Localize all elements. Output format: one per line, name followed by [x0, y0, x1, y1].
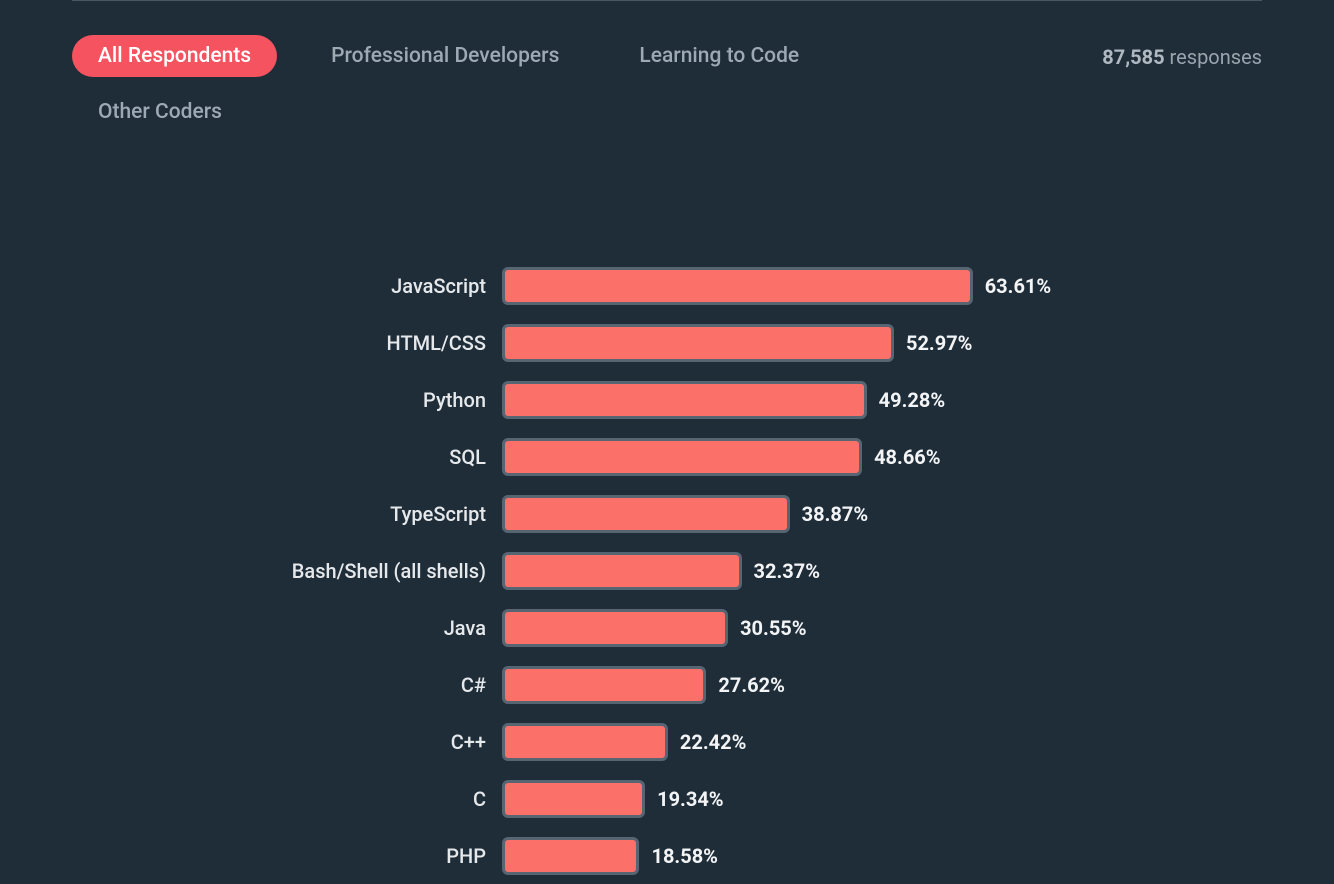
tab-professional-developers[interactable]: Professional Developers: [305, 35, 585, 77]
chart-bar-track: [502, 609, 728, 647]
chart-bar-track: [502, 381, 867, 419]
chart-value-label: 27.62%: [718, 673, 784, 697]
chart-category-label: C: [72, 787, 502, 811]
chart-bar[interactable]: [502, 438, 862, 476]
chart-category-label: JavaScript: [72, 274, 502, 298]
chart-row: HTML/CSS 52.97%: [72, 314, 1262, 371]
chart-row: Bash/Shell (all shells) 32.37%: [72, 542, 1262, 599]
chart-category-label: TypeScript: [72, 502, 502, 526]
chart-bar[interactable]: [502, 609, 728, 647]
chart-category-label: C++: [72, 730, 502, 754]
chart-row: C# 27.62%: [72, 656, 1262, 713]
chart-bar[interactable]: [502, 495, 790, 533]
tabs-row: All Respondents Professional Developers Le…: [72, 1, 1262, 147]
response-count-number: 87,585: [1102, 45, 1164, 69]
chart-row: Java 30.55%: [72, 599, 1262, 656]
chart-category-label: Java: [72, 616, 502, 640]
chart-bar-track: [502, 552, 742, 590]
chart-row: C++ 22.42%: [72, 713, 1262, 770]
chart-row: C 19.34%: [72, 770, 1262, 827]
chart-value-label: 32.37%: [754, 559, 820, 583]
response-count: 87,585 responses: [1102, 35, 1262, 69]
response-count-suffix: responses: [1170, 45, 1262, 69]
chart-bar[interactable]: [502, 552, 742, 590]
chart-value-label: 18.58%: [651, 844, 717, 868]
chart-value-label: 19.34%: [657, 787, 723, 811]
chart-bar[interactable]: [502, 780, 645, 818]
chart-bar[interactable]: [502, 666, 706, 704]
chart-bar-track: [502, 324, 894, 362]
chart-row: Python 49.28%: [72, 371, 1262, 428]
chart-category-label: Python: [72, 388, 502, 412]
chart-bar-track: [502, 723, 668, 761]
chart-bar-track: [502, 837, 639, 875]
chart-category-label: PHP: [72, 844, 502, 868]
tab-learning-to-code[interactable]: Learning to Code: [613, 35, 825, 77]
tab-other-coders[interactable]: Other Coders: [72, 91, 248, 133]
chart-value-label: 48.66%: [874, 445, 940, 469]
chart-row: JavaScript 63.61%: [72, 257, 1262, 314]
chart-bar-track: [502, 780, 645, 818]
chart-row: SQL 48.66%: [72, 428, 1262, 485]
chart-value-label: 38.87%: [802, 502, 868, 526]
tabs: All Respondents Professional Developers Le…: [72, 35, 972, 147]
chart-bar[interactable]: [502, 267, 973, 305]
chart-value-label: 30.55%: [740, 616, 806, 640]
chart-row: TypeScript 38.87%: [72, 485, 1262, 542]
chart-row: PHP 18.58%: [72, 827, 1262, 884]
chart-bar-track: [502, 495, 790, 533]
bar-chart: JavaScript 63.61% HTML/CSS 52.97% Python 49.2…: [72, 257, 1262, 884]
chart-bar[interactable]: [502, 381, 867, 419]
chart-bar-track: [502, 267, 973, 305]
chart-bar[interactable]: [502, 837, 639, 875]
chart-value-label: 52.97%: [906, 331, 972, 355]
chart-bar[interactable]: [502, 324, 894, 362]
chart-category-label: Bash/Shell (all shells): [72, 559, 502, 583]
chart-bar[interactable]: [502, 723, 668, 761]
tab-all-respondents[interactable]: All Respondents: [72, 35, 277, 77]
chart-bar-track: [502, 438, 862, 476]
chart-category-label: HTML/CSS: [72, 331, 502, 355]
chart-value-label: 22.42%: [680, 730, 746, 754]
chart-value-label: 63.61%: [985, 274, 1051, 298]
chart-bar-track: [502, 666, 706, 704]
chart-category-label: C#: [72, 673, 502, 697]
chart-value-label: 49.28%: [879, 388, 945, 412]
chart-category-label: SQL: [72, 445, 502, 469]
